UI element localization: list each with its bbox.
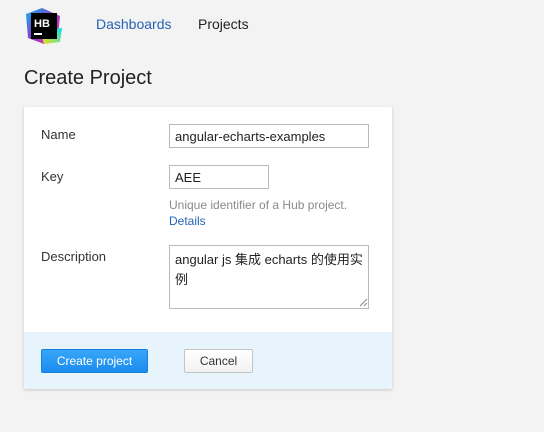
resize-grip-icon[interactable] — [359, 298, 368, 307]
page-title: Create Project — [24, 67, 152, 89]
cancel-button[interactable]: Cancel — [184, 349, 253, 373]
key-label: Key — [41, 169, 64, 184]
key-details-link[interactable]: Details — [169, 214, 206, 228]
form-actions-footer: Create project Cancel — [24, 332, 392, 389]
create-project-form: Name Key Unique identifier of a Hub proj… — [24, 107, 392, 389]
logo-text: HB — [34, 18, 50, 30]
create-project-button[interactable]: Create project — [41, 349, 148, 373]
top-navigation-bar: HB Dashboards Projects — [0, 0, 544, 50]
description-textarea[interactable]: angular js 集成 echarts 的使用实例 — [169, 245, 369, 309]
description-label: Description — [41, 249, 107, 264]
hub-logo-icon[interactable]: HB — [24, 6, 64, 46]
nav-projects-link[interactable]: Projects — [198, 16, 249, 32]
key-hint-text: Unique identifier of a Hub project. — [169, 198, 348, 212]
nav-dashboards-link[interactable]: Dashboards — [96, 16, 172, 32]
name-input[interactable] — [169, 124, 369, 148]
key-input[interactable] — [169, 165, 269, 189]
name-label: Name — [41, 127, 76, 142]
